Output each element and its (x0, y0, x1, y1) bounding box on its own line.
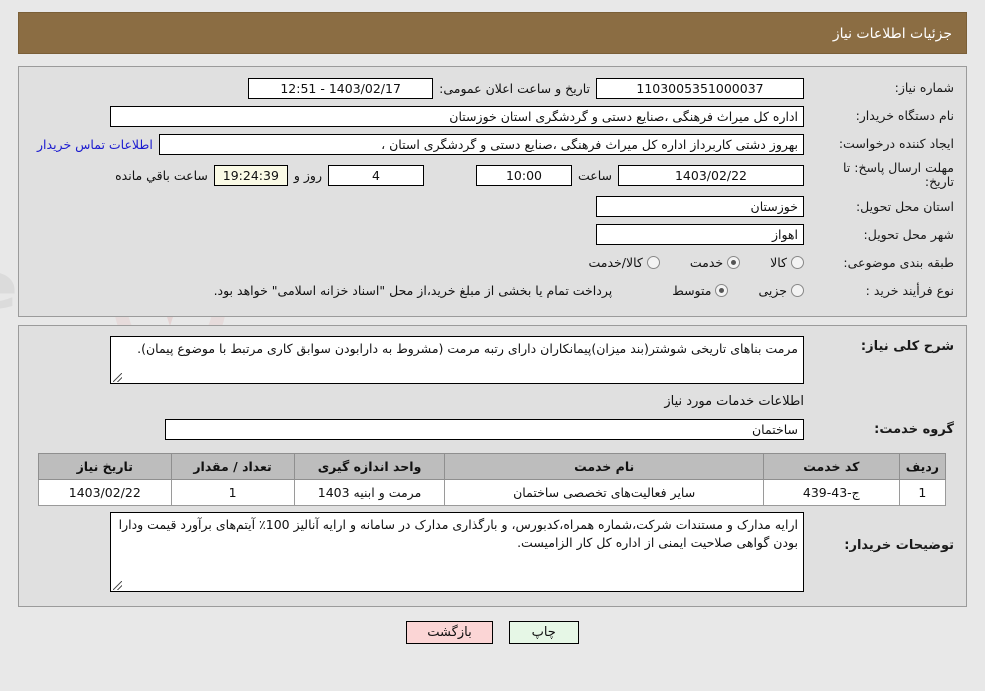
creator-field[interactable]: بهروز دشتی کاربرداز اداره کل میراث فرهنگ… (158, 133, 804, 155)
need-number-field[interactable]: 1103005351000037 (596, 77, 804, 99)
col-header-date: تاریخ نیاز (38, 452, 172, 480)
need-info-panel: شماره نیاز: 1103005351000037 تاریخ و ساع… (18, 66, 967, 317)
deadline-hour-field[interactable]: 10:00 (475, 164, 572, 186)
row-province: استان محل تحویل: خوزستان (31, 196, 954, 218)
buyer-notes-textarea[interactable]: ارایه مدارک و مستندات شرکت،شماره همراه،ک… (110, 511, 804, 592)
city-label: شهر محل تحویل: (863, 226, 954, 242)
back-button[interactable]: بازگشت (406, 620, 493, 644)
buyer-notes-label: توضیحات خریدار: (844, 537, 954, 553)
table-header-row: ردیف کد خدمت نام خدمت واحد اندازه گیری ت… (38, 452, 947, 480)
services-section-title: اطلاعات خدمات مورد نیاز (664, 393, 804, 409)
col-header-qty: تعداد / مقدار (170, 452, 295, 480)
cell-radif: 1 (898, 478, 947, 506)
radio-icon[interactable] (727, 256, 741, 270)
need-number-label: شماره نیاز: (894, 80, 954, 96)
cell-unit: مرمت و ابنیه 1403 (293, 478, 446, 506)
footer-actions: چاپ بازگشت (18, 620, 967, 644)
page-root: جزئیات اطلاعات نیاز شماره نیاز: 11030053… (0, 0, 985, 644)
city-field[interactable]: اهواز (596, 224, 804, 246)
radio-icon[interactable] (791, 256, 804, 270)
process-option-label: جزیی (758, 283, 787, 299)
row-need-number: شماره نیاز: 1103005351000037 تاریخ و ساع… (31, 77, 954, 99)
buyer-org-label: نام دستگاه خریدار: (855, 108, 954, 124)
announce-datetime-label: تاریخ و ساعت اعلان عمومی: (439, 80, 590, 96)
category-option-label: کالا/خدمت (588, 255, 643, 271)
deadline-label: مهلت ارسال پاسخ: تا تاریخ: (843, 160, 954, 190)
process-option-jozei[interactable]: جزیی (758, 283, 804, 298)
col-header-name: نام خدمت (444, 452, 764, 480)
cell-qty: 1 (170, 478, 295, 506)
service-details-panel: شرح کلی نیاز: مرمت بناهای تاریخی شوشتر(ب… (18, 324, 967, 607)
items-table: ردیف کد خدمت نام خدمت واحد اندازه گیری ت… (38, 452, 947, 506)
process-option-label: متوسط (672, 283, 712, 299)
items-table-wrap: ردیف کد خدمت نام خدمت واحد اندازه گیری ت… (31, 447, 954, 506)
process-note: پرداخت تمام یا بخشی از مبلغ خرید،از محل … (213, 283, 613, 299)
row-buyer-notes: توضیحات خریدار: ارایه مدارک و مستندات شر… (31, 511, 954, 592)
row-service-group: گروه خدمت: ساختمان (31, 419, 954, 441)
radio-icon[interactable] (791, 284, 804, 298)
page-title-bar: جزئیات اطلاعات نیاز (18, 12, 967, 54)
row-deadline: مهلت ارسال پاسخ: تا تاریخ: 1403/02/22 سا… (31, 160, 954, 190)
remaining-days-label: روز و (293, 167, 322, 183)
category-option-label: خدمت (689, 255, 724, 271)
remaining-countdown: 19:24:39 (213, 164, 288, 186)
row-city: شهر محل تحویل: اهواز (31, 224, 954, 246)
col-header-code: کد خدمت (762, 452, 900, 480)
need-summary-label: شرح کلی نیاز: (860, 338, 954, 354)
remaining-suffix-label: ساعت باقي مانده (115, 167, 208, 183)
category-option-kala-khedmat[interactable]: کالا/خدمت (588, 255, 660, 271)
cell-code: ج-43-439 (762, 478, 900, 506)
row-creator: ایجاد کننده درخواست: بهروز دشتی کاربرداز… (31, 133, 954, 155)
col-header-unit: واحد اندازه گیری (293, 452, 446, 480)
creator-label: ایجاد کننده درخواست: (838, 136, 954, 152)
row-need-summary: شرح کلی نیاز: مرمت بناهای تاریخی شوشتر(ب… (31, 335, 954, 384)
process-radio-group: جزیی متوسط (646, 283, 804, 298)
radio-icon[interactable] (646, 256, 660, 270)
category-option-khedmat[interactable]: خدمت (689, 255, 741, 271)
category-option-label: کالا (770, 255, 787, 271)
deadline-hour-label: ساعت (577, 167, 612, 183)
cell-date: 1403/02/22 (38, 478, 172, 506)
category-radio-group: کالا خدمت کالا/خدمت (562, 255, 804, 270)
row-buyer-org: نام دستگاه خریدار: اداره کل میراث فرهنگی… (31, 105, 954, 127)
category-option-kala[interactable]: کالا (770, 255, 804, 270)
table-row: 1 ج-43-439 سایر فعالیت‌های تخصصی ساختمان… (38, 478, 947, 506)
row-process: نوع فرأیند خرید : جزیی متوسط پرداخت تمام… (31, 280, 954, 302)
service-group-field[interactable]: ساختمان (165, 419, 804, 441)
print-button[interactable]: چاپ (508, 620, 579, 644)
radio-icon[interactable] (715, 284, 729, 298)
category-label: طبقه بندی موضوعی: (843, 254, 954, 270)
remaining-days-field[interactable]: 4 (327, 164, 424, 186)
province-field[interactable]: خوزستان (596, 196, 804, 218)
announce-datetime-field[interactable]: 1403/02/17 - 12:51 (248, 77, 434, 99)
col-header-radif: ردیف (898, 452, 947, 480)
page-title: جزئیات اطلاعات نیاز (832, 26, 952, 42)
process-label: نوع فرأیند خرید : (865, 282, 954, 298)
buyer-org-field[interactable]: اداره کل میراث فرهنگی ،صنایع دستی و گردش… (110, 105, 804, 127)
process-option-motavaset[interactable]: متوسط (672, 283, 729, 299)
service-group-label: گروه خدمت: (874, 421, 954, 437)
buyer-contact-link[interactable]: اطلاعات تماس خریدار (31, 137, 159, 152)
deadline-date-field[interactable]: 1403/02/22 (618, 164, 804, 186)
cell-name: سایر فعالیت‌های تخصصی ساختمان (444, 478, 764, 506)
province-label: استان محل تحویل: (855, 198, 954, 214)
row-category: طبقه بندی موضوعی: کالا خدمت کالا/خدمت (31, 252, 954, 274)
need-summary-textarea[interactable]: مرمت بناهای تاریخی شوشتر(بند میزان)پیمان… (110, 335, 804, 384)
